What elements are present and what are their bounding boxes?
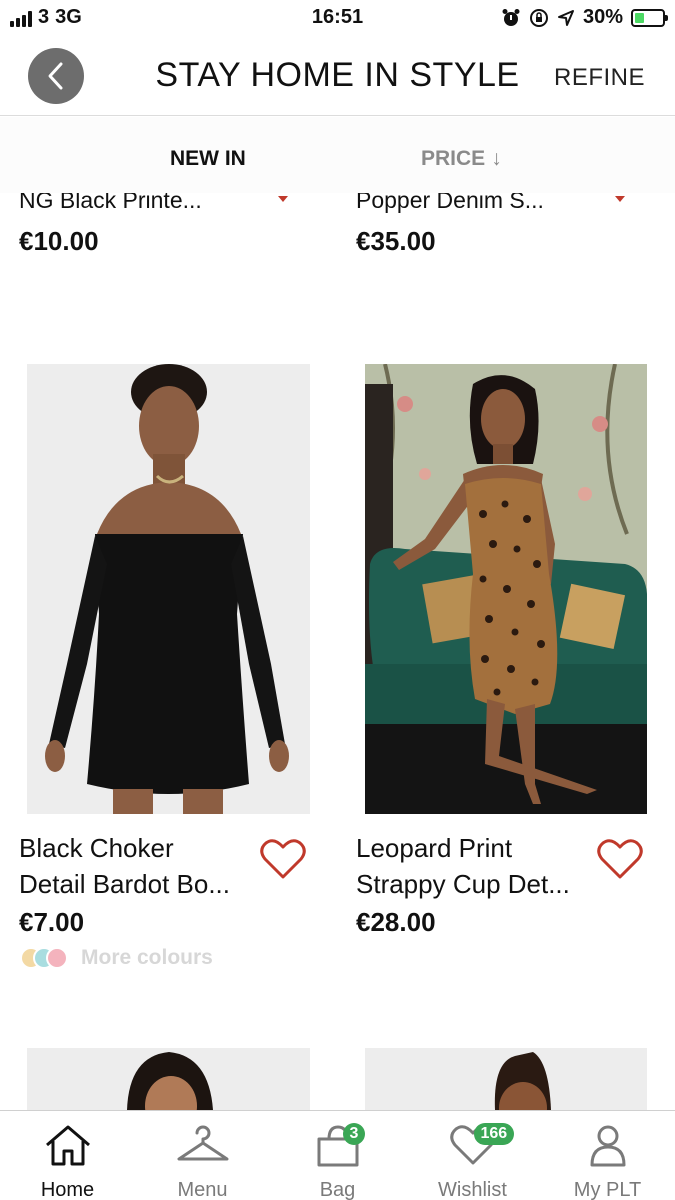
tab-label: Bag: [319, 1179, 356, 1200]
sort-price-label: PRICE: [421, 147, 486, 170]
product-name[interactable]: Leopard Print Strappy Cup Det...: [356, 830, 588, 902]
battery-icon: [631, 8, 668, 27]
product-name-line1: Black Choker: [19, 833, 174, 863]
wishlist-heart-icon[interactable]: [260, 838, 306, 880]
chevron-left-icon: [48, 62, 63, 90]
tab-label: Wishlist: [438, 1179, 507, 1200]
product-image-next-1[interactable]: [27, 1048, 310, 1110]
product-name[interactable]: Popper Denim S...: [356, 193, 544, 214]
user-icon: [590, 1125, 625, 1167]
nav-header: STAY HOME IN STYLE REFINE: [0, 36, 675, 116]
status-right: 30%: [501, 6, 668, 29]
product-name-line2: Strappy Cup Det...: [356, 869, 570, 899]
caret-down-icon: [615, 196, 625, 202]
product-price: €28.00: [356, 907, 436, 937]
tab-bag[interactable]: 3 Bag: [270, 1111, 405, 1200]
tab-label: My PLT: [573, 1179, 642, 1200]
product-price: €10.00: [19, 226, 99, 256]
tab-label: Home: [40, 1179, 95, 1200]
product-price: €35.00: [356, 226, 436, 256]
colour-swatch: [46, 947, 68, 969]
product-image-next-2[interactable]: [365, 1048, 647, 1110]
wishlist-heart-icon[interactable]: [597, 838, 643, 880]
tab-menu[interactable]: Menu: [135, 1111, 270, 1200]
product-name[interactable]: Black Choker Detail Bardot Bo...: [19, 830, 251, 902]
tab-home[interactable]: Home: [0, 1111, 135, 1200]
arrow-down-icon: ↓: [491, 147, 502, 170]
product-image-leopard-dress[interactable]: [365, 364, 647, 814]
model-black-dress-image: [27, 364, 310, 814]
sort-price[interactable]: PRICE ↓: [421, 147, 502, 171]
more-colours[interactable]: More colours: [20, 946, 213, 970]
rotation-lock-icon: [529, 8, 548, 27]
battery-percent: 30%: [582, 6, 623, 28]
status-bar: 3 3G 16:51 30%: [0, 0, 675, 36]
home-icon: [45, 1125, 90, 1166]
product-name-line1: Leopard Print: [356, 833, 513, 863]
product-name-line2: Detail Bardot Bo...: [19, 869, 230, 899]
tab-my-plt[interactable]: My PLT: [540, 1111, 675, 1200]
caret-down-icon: [278, 196, 288, 202]
tab-wishlist[interactable]: 166 Wishlist: [405, 1111, 540, 1200]
location-icon: [557, 9, 574, 26]
back-button[interactable]: [28, 48, 84, 104]
model-leopard-dress-image: [365, 364, 647, 814]
hanger-icon: [177, 1125, 228, 1161]
sort-bar: NEW IN PRICE ↓: [0, 117, 675, 193]
wishlist-badge: 166: [473, 1123, 515, 1145]
tab-label: Menu: [177, 1179, 228, 1200]
product-image-black-dress[interactable]: [27, 364, 310, 814]
product-name[interactable]: NG Black Printe...: [19, 193, 202, 214]
tab-bar: Home Menu 3 Bag 166 Wishlist My PLT: [0, 1110, 675, 1200]
product-grid: NG Black Printe... €10.00 Popper Denim S…: [0, 193, 675, 1110]
refine-button[interactable]: REFINE: [554, 64, 645, 92]
sort-new-in[interactable]: NEW IN: [170, 147, 246, 171]
model-next-image: [27, 1048, 310, 1110]
alarm-icon: [502, 8, 520, 26]
model-next-image: [365, 1048, 647, 1110]
more-colours-label: More colours: [81, 946, 213, 969]
product-price: €7.00: [19, 907, 85, 937]
